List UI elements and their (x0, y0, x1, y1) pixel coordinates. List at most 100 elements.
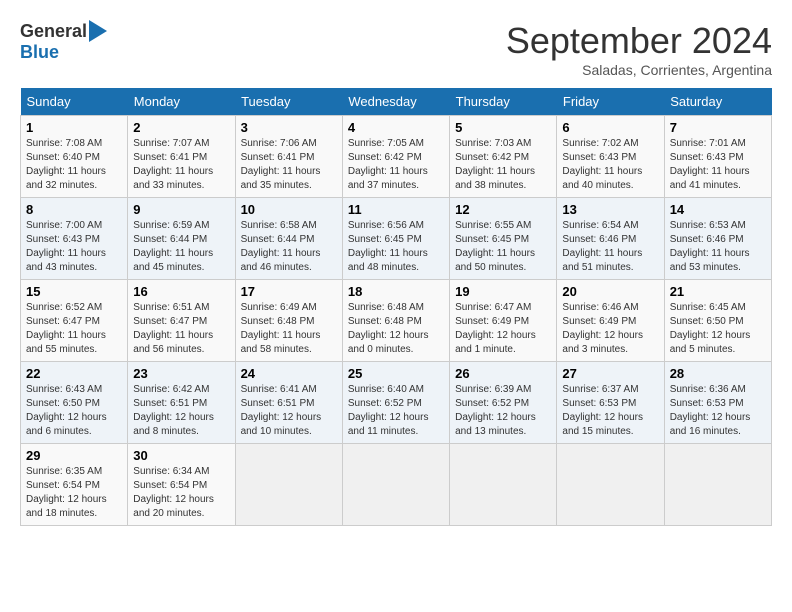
day-info: Sunrise: 7:05 AMSunset: 6:42 PMDaylight:… (348, 137, 444, 193)
calendar-cell (664, 444, 771, 526)
calendar-cell: 27Sunrise: 6:37 AMSunset: 6:53 PMDayligh… (557, 362, 664, 444)
day-number: 24 (241, 366, 337, 381)
calendar-cell: 14 Sunrise: 6:53 AMSunset: 6:46 PMDayligh… (664, 198, 771, 280)
calendar-cell: 5 Sunrise: 7:03 AMSunset: 6:42 PMDaylight… (450, 116, 557, 198)
day-info: Sunrise: 6:36 AMSunset: 6:53 PMDaylight:… (670, 383, 766, 439)
day-number: 3 (241, 120, 337, 135)
day-info: Sunrise: 6:53 AMSunset: 6:46 PMDaylight:… (670, 219, 766, 275)
day-number: 13 (562, 202, 658, 217)
calendar-cell: 28 Sunrise: 6:36 AMSunset: 6:53 PMDayligh… (664, 362, 771, 444)
calendar-cell: 12 Sunrise: 6:55 AMSunset: 6:45 PMDayligh… (450, 198, 557, 280)
calendar-cell: 17 Sunrise: 6:49 AMSunset: 6:48 PMDayligh… (235, 280, 342, 362)
calendar-cell: 23 Sunrise: 6:42 AMSunset: 6:51 PMDayligh… (128, 362, 235, 444)
header-saturday: Saturday (664, 88, 771, 116)
day-number: 10 (241, 202, 337, 217)
day-info: Sunrise: 6:41 AMSunset: 6:51 PMDaylight:… (241, 383, 337, 439)
day-info: Sunrise: 7:02 AMSunset: 6:43 PMDaylight:… (562, 137, 658, 193)
calendar-cell: 18 Sunrise: 6:48 AMSunset: 6:48 PMDayligh… (342, 280, 449, 362)
logo-arrow-icon (89, 20, 107, 42)
day-info: Sunrise: 6:54 AMSunset: 6:46 PMDaylight:… (562, 219, 658, 275)
calendar-cell: 7Sunrise: 7:01 AMSunset: 6:43 PMDaylight… (664, 116, 771, 198)
calendar-cell (342, 444, 449, 526)
day-number: 9 (133, 202, 229, 217)
calendar-cell: 11Sunrise: 6:56 AMSunset: 6:45 PMDayligh… (342, 198, 449, 280)
calendar-cell: 20 Sunrise: 6:46 AMSunset: 6:49 PMDayligh… (557, 280, 664, 362)
day-number: 20 (562, 284, 658, 299)
day-info: Sunrise: 6:39 AMSunset: 6:52 PMDaylight:… (455, 383, 551, 439)
day-info: Sunrise: 7:07 AMSunset: 6:41 PMDaylight:… (133, 137, 229, 193)
calendar-table: Sunday Monday Tuesday Wednesday Thursday… (20, 88, 772, 526)
logo: General Blue (20, 20, 107, 63)
day-info: Sunrise: 6:46 AMSunset: 6:49 PMDaylight:… (562, 301, 658, 357)
calendar-cell: 13 Sunrise: 6:54 AMSunset: 6:46 PMDayligh… (557, 198, 664, 280)
calendar-cell: 21Sunrise: 6:45 AMSunset: 6:50 PMDayligh… (664, 280, 771, 362)
day-number: 19 (455, 284, 551, 299)
header-monday: Monday (128, 88, 235, 116)
day-info: Sunrise: 6:40 AMSunset: 6:52 PMDaylight:… (348, 383, 444, 439)
day-number: 1 (26, 120, 122, 135)
day-info: Sunrise: 7:00 AMSunset: 6:43 PMDaylight:… (26, 219, 122, 275)
day-info: Sunrise: 6:51 AMSunset: 6:47 PMDaylight:… (133, 301, 229, 357)
calendar-cell: 10Sunrise: 6:58 AMSunset: 6:44 PMDayligh… (235, 198, 342, 280)
day-number: 8 (26, 202, 122, 217)
calendar-week-row: 1 Sunrise: 7:08 AMSunset: 6:40 PMDaylight… (21, 116, 772, 198)
day-number: 27 (562, 366, 658, 381)
day-info: Sunrise: 6:59 AMSunset: 6:44 PMDaylight:… (133, 219, 229, 275)
location-subtitle: Saladas, Corrientes, Argentina (506, 62, 772, 78)
day-number: 29 (26, 448, 122, 463)
calendar-cell (557, 444, 664, 526)
page-header: General Blue September 2024 Saladas, Cor… (20, 20, 772, 78)
day-info: Sunrise: 6:47 AMSunset: 6:49 PMDaylight:… (455, 301, 551, 357)
day-number: 28 (670, 366, 766, 381)
calendar-cell: 3 Sunrise: 7:06 AMSunset: 6:41 PMDaylight… (235, 116, 342, 198)
calendar-cell: 8 Sunrise: 7:00 AMSunset: 6:43 PMDaylight… (21, 198, 128, 280)
day-number: 18 (348, 284, 444, 299)
calendar-cell: 16 Sunrise: 6:51 AMSunset: 6:47 PMDayligh… (128, 280, 235, 362)
calendar-cell: 1 Sunrise: 7:08 AMSunset: 6:40 PMDaylight… (21, 116, 128, 198)
calendar-cell: 19 Sunrise: 6:47 AMSunset: 6:49 PMDayligh… (450, 280, 557, 362)
day-number: 16 (133, 284, 229, 299)
header-thursday: Thursday (450, 88, 557, 116)
day-number: 2 (133, 120, 229, 135)
day-info: Sunrise: 6:52 AMSunset: 6:47 PMDaylight:… (26, 301, 122, 357)
day-number: 11 (348, 202, 444, 217)
calendar-cell: 25Sunrise: 6:40 AMSunset: 6:52 PMDayligh… (342, 362, 449, 444)
calendar-cell: 26Sunrise: 6:39 AMSunset: 6:52 PMDayligh… (450, 362, 557, 444)
day-number: 17 (241, 284, 337, 299)
logo-general-text: General (20, 21, 87, 42)
day-number: 12 (455, 202, 551, 217)
day-number: 30 (133, 448, 229, 463)
day-number: 14 (670, 202, 766, 217)
calendar-header-row: Sunday Monday Tuesday Wednesday Thursday… (21, 88, 772, 116)
day-info: Sunrise: 7:08 AMSunset: 6:40 PMDaylight:… (26, 137, 122, 193)
calendar-cell: 30Sunrise: 6:34 AMSunset: 6:54 PMDayligh… (128, 444, 235, 526)
day-number: 5 (455, 120, 551, 135)
day-number: 23 (133, 366, 229, 381)
day-info: Sunrise: 6:43 AMSunset: 6:50 PMDaylight:… (26, 383, 122, 439)
calendar-week-row: 29 Sunrise: 6:35 AMSunset: 6:54 PMDayligh… (21, 444, 772, 526)
calendar-cell: 29 Sunrise: 6:35 AMSunset: 6:54 PMDayligh… (21, 444, 128, 526)
calendar-week-row: 15 Sunrise: 6:52 AMSunset: 6:47 PMDayligh… (21, 280, 772, 362)
title-section: September 2024 Saladas, Corrientes, Arge… (506, 20, 772, 78)
calendar-cell (235, 444, 342, 526)
calendar-cell: 6Sunrise: 7:02 AMSunset: 6:43 PMDaylight… (557, 116, 664, 198)
day-info: Sunrise: 6:48 AMSunset: 6:48 PMDaylight:… (348, 301, 444, 357)
day-number: 21 (670, 284, 766, 299)
day-number: 4 (348, 120, 444, 135)
day-info: Sunrise: 6:55 AMSunset: 6:45 PMDaylight:… (455, 219, 551, 275)
day-number: 15 (26, 284, 122, 299)
day-info: Sunrise: 7:06 AMSunset: 6:41 PMDaylight:… (241, 137, 337, 193)
calendar-week-row: 8 Sunrise: 7:00 AMSunset: 6:43 PMDaylight… (21, 198, 772, 280)
day-info: Sunrise: 7:03 AMSunset: 6:42 PMDaylight:… (455, 137, 551, 193)
header-friday: Friday (557, 88, 664, 116)
calendar-cell: 9 Sunrise: 6:59 AMSunset: 6:44 PMDaylight… (128, 198, 235, 280)
day-info: Sunrise: 6:42 AMSunset: 6:51 PMDaylight:… (133, 383, 229, 439)
day-info: Sunrise: 6:35 AMSunset: 6:54 PMDaylight:… (26, 465, 122, 521)
calendar-cell: 22Sunrise: 6:43 AMSunset: 6:50 PMDayligh… (21, 362, 128, 444)
calendar-cell: 2 Sunrise: 7:07 AMSunset: 6:41 PMDaylight… (128, 116, 235, 198)
day-number: 7 (670, 120, 766, 135)
day-info: Sunrise: 6:49 AMSunset: 6:48 PMDaylight:… (241, 301, 337, 357)
calendar-week-row: 22Sunrise: 6:43 AMSunset: 6:50 PMDayligh… (21, 362, 772, 444)
header-sunday: Sunday (21, 88, 128, 116)
logo-blue-text: Blue (20, 42, 59, 63)
